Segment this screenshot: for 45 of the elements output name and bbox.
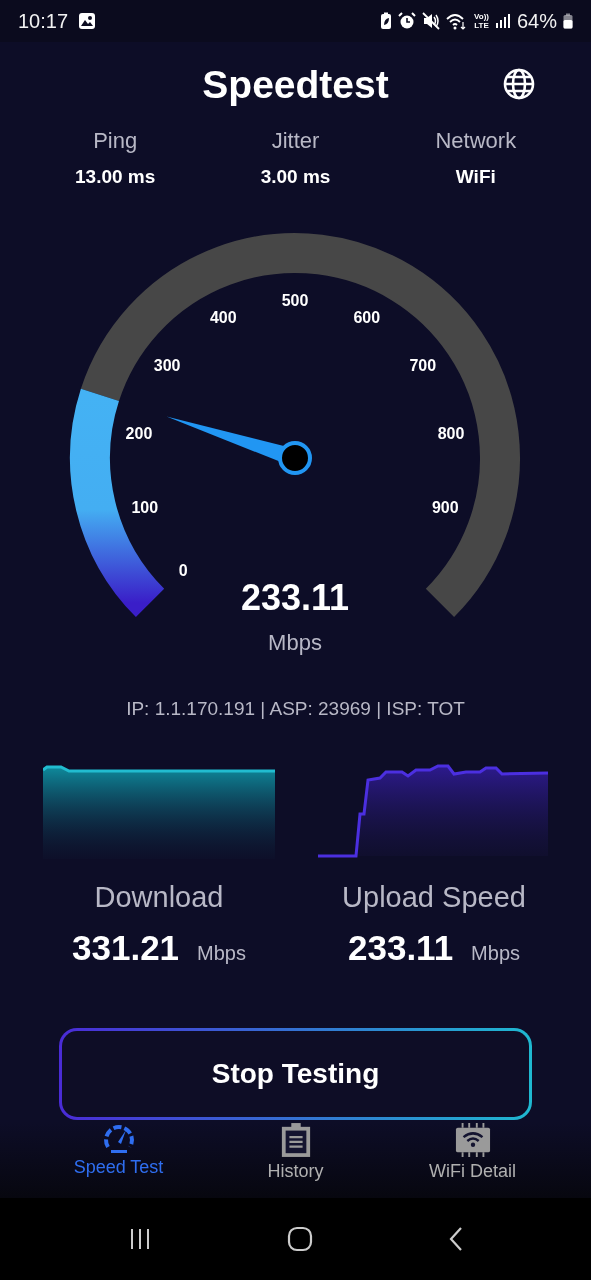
nav-tab[interactable]: WiFi Detail — [384, 1122, 561, 1198]
stat-value: WiFi — [455, 166, 496, 188]
nav-tab[interactable]: Speed Test — [30, 1122, 207, 1198]
stat-value: 13.00 ms — [75, 166, 156, 188]
gauge-tick-label: 100 — [131, 498, 159, 516]
nav-tab[interactable]: History — [207, 1122, 384, 1198]
gauge-tick-label: 300 — [153, 357, 181, 375]
battery-percent: 64% — [516, 9, 557, 33]
speed-reading: 233.11 — [240, 577, 350, 618]
volte-label: Vo)) LTE — [474, 12, 489, 30]
app-title: Speedtest — [202, 63, 389, 107]
wifi-icon — [446, 12, 468, 30]
gauge-tick-label: 400 — [209, 309, 237, 327]
stat-label: Network — [435, 128, 517, 154]
gauge-tick-label: 700 — [409, 357, 437, 375]
result-unit: Mbps — [197, 942, 246, 965]
battery-saver-icon — [380, 12, 392, 30]
connection-info: IP: 1.1.170.191 | ASP: 23969 | ISP: TOT — [125, 698, 466, 720]
alarm-icon — [398, 12, 416, 30]
stat-label: Ping — [93, 128, 138, 154]
gauge-tick-label: 900 — [431, 498, 459, 516]
gauge-tick-label: 800 — [437, 425, 465, 443]
image-icon — [78, 12, 97, 30]
result-unit: Mbps — [471, 942, 520, 965]
gauge-tick-label: 200 — [125, 425, 153, 443]
mute-icon — [422, 12, 440, 30]
speed-unit: Mbps — [268, 630, 322, 655]
stop-testing-button[interactable]: Stop Testing — [59, 1028, 532, 1120]
battery-icon — [563, 13, 573, 29]
wifi-chip-icon — [454, 1122, 491, 1158]
signal-icon — [494, 13, 511, 29]
clipboard-icon — [279, 1122, 312, 1158]
result-value: 331.21 — [72, 928, 180, 968]
stat-value: 3.00 ms — [260, 166, 331, 188]
result-label: Download — [94, 881, 224, 914]
globe-icon[interactable] — [503, 68, 535, 100]
stat-label: Jitter — [271, 128, 320, 154]
result-label: Upload Speed — [342, 881, 526, 914]
gauge-tick-label: 500 — [281, 292, 309, 309]
back-icon[interactable] — [447, 1226, 464, 1252]
status-time: 10:17 — [18, 9, 69, 33]
home-icon[interactable] — [286, 1226, 313, 1252]
gauge-tick-label: 0 — [178, 561, 188, 579]
result-value: 233.11 — [348, 928, 454, 968]
gauge-tick-label: 600 — [353, 309, 381, 327]
